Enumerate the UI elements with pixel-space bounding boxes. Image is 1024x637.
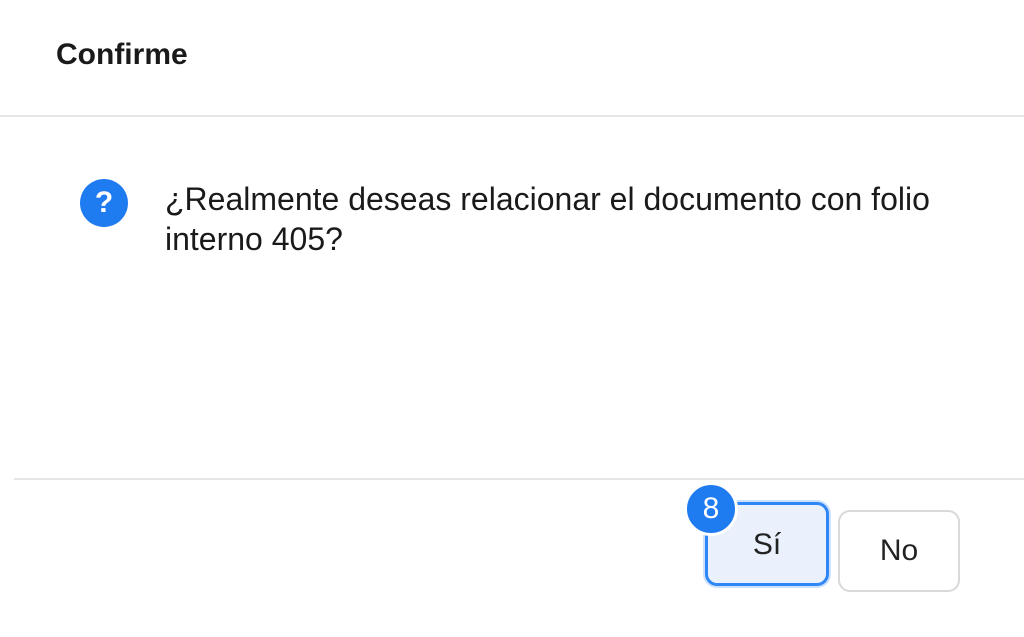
no-button[interactable]: No [838, 510, 960, 592]
question-icon: ? [80, 179, 128, 227]
confirm-dialog: Confirme ? ¿Realmente deseas relacionar … [0, 0, 1024, 637]
dialog-header: Confirme [0, 0, 1024, 117]
step-number-badge: 8 [684, 482, 738, 536]
dialog-footer: Sí No [14, 478, 1024, 637]
dialog-body: ? ¿Realmente deseas relacionar el docume… [0, 117, 1024, 479]
dialog-title: Confirme [56, 38, 188, 71]
dialog-message: ¿Realmente deseas relacionar el document… [165, 181, 930, 257]
